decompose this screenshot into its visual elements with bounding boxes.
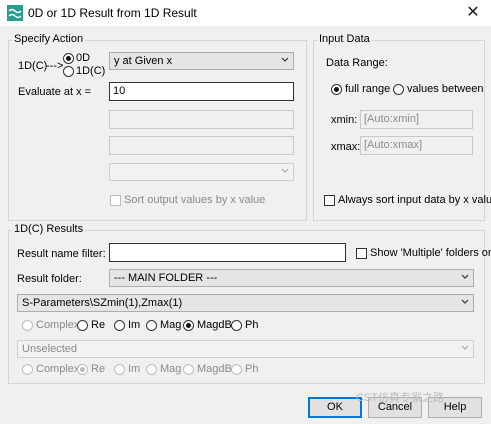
re-label: Re	[91, 319, 106, 331]
values-between-label: values between	[407, 83, 484, 95]
mag-label: Mag	[160, 319, 182, 331]
ph2-label: Ph	[245, 363, 259, 375]
radio-values-between[interactable]	[393, 84, 404, 95]
show-multiple-checkbox[interactable]	[356, 248, 367, 259]
complex-label: Complex	[36, 319, 80, 331]
im2-label: Im	[128, 363, 141, 375]
radio-magdb[interactable]	[183, 320, 194, 331]
chevron-down-icon	[281, 168, 289, 173]
action-select-value: y at Given x	[114, 55, 173, 67]
radio-0d[interactable]	[63, 53, 74, 64]
radio-complex	[22, 320, 33, 331]
sort-output-label: Sort output values by x value	[124, 194, 266, 206]
radio2-magdb	[183, 364, 194, 375]
app-icon	[7, 5, 23, 21]
radio-re[interactable]	[77, 320, 88, 331]
radio2-re	[77, 364, 88, 375]
radio2-complex	[22, 364, 33, 375]
result-select-value: S-Parameters\SZmin(1),Zmax(1)	[22, 297, 183, 309]
ph-label: Ph	[245, 319, 259, 331]
disabled-select	[109, 163, 294, 181]
im-label: Im	[128, 319, 141, 331]
radio2-ph	[231, 364, 242, 375]
action-select[interactable]: y at Given x	[109, 52, 294, 70]
evaluate-label: Evaluate at x =	[18, 86, 92, 98]
xmin-input: [Auto:xmin]	[360, 110, 473, 129]
input-data-legend: Input Data	[317, 33, 372, 45]
disabled-input-2	[109, 136, 294, 155]
xmin-label: xmin:	[331, 114, 358, 126]
radio2-mag	[146, 364, 157, 375]
filter-label: Result name filter:	[17, 248, 106, 260]
watermark-text: CST仿真专家之路	[356, 392, 444, 404]
magdb2-label: MagdB	[197, 363, 232, 375]
radio-ph[interactable]	[231, 320, 242, 331]
result-folder-value: --- MAIN FOLDER ---	[114, 272, 218, 284]
window-title: 0D or 1D Result from 1D Result	[28, 6, 197, 20]
radio-1dc-label: 1D(C)	[76, 65, 106, 77]
chevron-down-icon	[461, 274, 469, 279]
xmax-label: xmax:	[331, 141, 361, 153]
mag2-label: Mag	[160, 363, 182, 375]
result-filter-input[interactable]	[109, 243, 346, 262]
full-range-label: full range	[345, 83, 391, 95]
ok-button[interactable]: OK	[308, 397, 362, 418]
data-range-label: Data Range:	[326, 57, 388, 69]
sort-output-checkbox	[110, 195, 121, 206]
radio-im[interactable]	[114, 320, 125, 331]
radio-full-range[interactable]	[331, 84, 342, 95]
radio2-im	[114, 364, 125, 375]
radio-1dc[interactable]	[63, 66, 74, 77]
always-sort-checkbox[interactable]	[324, 195, 335, 206]
chevron-down-icon	[281, 57, 289, 62]
show-multiple-label: Show 'Multiple' folders only	[370, 247, 491, 259]
second-result-value: Unselected	[22, 343, 78, 355]
complex2-label: Complex	[36, 363, 80, 375]
magdb-label: MagdB	[197, 319, 232, 331]
chevron-down-icon	[461, 345, 469, 350]
results-legend: 1D(C) Results	[12, 223, 86, 235]
evaluate-input[interactable]: 10	[109, 82, 294, 101]
always-sort-label: Always sort input data by x values	[338, 194, 491, 206]
chevron-down-icon	[461, 299, 469, 304]
arrow-text: --->	[46, 60, 64, 72]
radio-0d-label: 0D	[76, 52, 91, 64]
result-select[interactable]: S-Parameters\SZmin(1),Zmax(1)	[17, 294, 474, 312]
xmax-input: [Auto:xmax]	[360, 136, 473, 155]
result-folder-select[interactable]: --- MAIN FOLDER ---	[109, 269, 474, 287]
second-result-select: Unselected	[17, 340, 474, 358]
source-label: 1D(C)	[18, 60, 48, 72]
re2-label: Re	[91, 363, 106, 375]
folder-label: Result folder:	[17, 273, 82, 285]
radio-mag[interactable]	[146, 320, 157, 331]
specify-action-legend: Specify Action	[12, 33, 86, 45]
disabled-input-1	[109, 110, 294, 129]
close-icon[interactable]: ✕	[458, 2, 488, 24]
